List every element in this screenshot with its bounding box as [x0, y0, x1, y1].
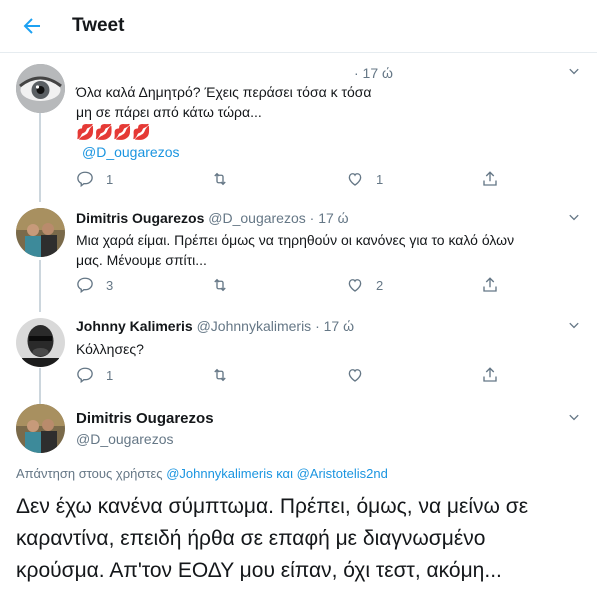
- tweet-header: Johnny Kalimeris @Johnnykalimeris · 17 ώ: [76, 318, 354, 334]
- reply-button[interactable]: 1: [76, 170, 113, 188]
- retweet-button[interactable]: [211, 276, 241, 294]
- eye-avatar-image: [16, 64, 65, 113]
- avatar[interactable]: [16, 64, 65, 113]
- tweet-3[interactable]: Johnny Kalimeris @Johnnykalimeris · 17 ώ…: [0, 310, 597, 404]
- share-button[interactable]: [481, 276, 499, 294]
- like-button[interactable]: 1: [346, 170, 383, 188]
- chevron-down-icon[interactable]: [566, 64, 582, 80]
- retweet-icon: [214, 368, 226, 382]
- author-handle[interactable]: @D_ougarezos: [76, 431, 174, 447]
- chevron-down-icon[interactable]: [566, 318, 582, 334]
- like-button[interactable]: [346, 366, 376, 384]
- share-icon: [483, 277, 497, 292]
- author-handle[interactable]: @Johnnykalimeris: [197, 318, 312, 334]
- reply-icon: [77, 171, 93, 188]
- tweet-actions: 1 1: [76, 170, 506, 192]
- tweet-text-line: μη σε πάρει από κάτω τώρα...: [76, 104, 262, 120]
- tweet-1[interactable]: · 17 ώ Όλα καλά Δημητρό? Έχεις περάσει τ…: [0, 54, 597, 199]
- chevron-down-icon[interactable]: [566, 210, 582, 226]
- tweet-text-line: μας. Μένουμε σπίτι...: [76, 252, 207, 268]
- page-header: Tweet: [0, 0, 597, 53]
- like-button[interactable]: 2: [346, 276, 383, 294]
- share-button[interactable]: [481, 170, 499, 188]
- reply-count: 1: [106, 171, 114, 187]
- reply-button[interactable]: 1: [76, 366, 113, 384]
- reply-count: 3: [106, 277, 114, 293]
- like-icon: [348, 173, 362, 186]
- tweet-time[interactable]: · 17 ώ: [310, 210, 349, 226]
- like-count: 1: [376, 171, 384, 187]
- emoji-kisses: 💋💋💋💋: [76, 123, 151, 141]
- reply-count: 1: [106, 367, 114, 383]
- like-icon: [348, 369, 362, 382]
- man-avatar-image: [16, 318, 65, 367]
- like-count: 2: [376, 277, 384, 293]
- reply-and: και: [276, 466, 293, 481]
- reply-to-line: Απάντηση στους χρήστες @Johnnykalimeris …: [16, 466, 388, 481]
- like-icon: [348, 279, 362, 292]
- reply-button[interactable]: 3: [76, 276, 113, 294]
- back-arrow-icon[interactable]: [20, 14, 44, 38]
- share-icon: [483, 171, 497, 186]
- tweet-text-line: Δεν έχω κανένα σύμπτωμα. Πρέπει, όμως, ν…: [16, 495, 529, 518]
- avatar[interactable]: [16, 318, 65, 367]
- retweet-button[interactable]: [211, 170, 241, 188]
- retweet-icon: [214, 172, 226, 186]
- author-name[interactable]: Dimitris Ougarezos: [76, 210, 204, 226]
- tweet-text-line: κρούσμα. Απ'τον ΕΟΔΥ μου είπαν, όχι τεστ…: [16, 559, 502, 582]
- tweet-text-line: Όλα καλά Δημητρό? Έχεις περάσει τόσα κ τ…: [76, 84, 372, 100]
- avatar[interactable]: [16, 404, 65, 453]
- group-photo-avatar: [16, 208, 65, 257]
- author-name[interactable]: Johnny Kalimeris: [76, 318, 193, 334]
- mention-link[interactable]: @D_ougarezos: [82, 142, 180, 162]
- page-title: Tweet: [72, 15, 125, 36]
- group-photo-avatar: [16, 404, 65, 453]
- tweet-actions: 3 2: [76, 276, 506, 298]
- tweet-text-line: Κόλλησες?: [76, 341, 144, 357]
- chevron-down-icon[interactable]: [566, 410, 582, 426]
- tweet-2[interactable]: Dimitris Ougarezos @D_ougarezos · 17 ώ Μ…: [0, 200, 597, 310]
- share-button[interactable]: [481, 366, 499, 384]
- tweet-header: Dimitris Ougarezos @D_ougarezos · 17 ώ: [76, 210, 349, 226]
- main-tweet-text: Δεν έχω κανένα σύμπτωμα. Πρέπει, όμως, ν…: [16, 491, 586, 587]
- share-icon: [483, 367, 497, 382]
- reply-icon: [77, 277, 93, 294]
- reply-prefix: Απάντηση στους χρήστες: [16, 466, 163, 481]
- tweet-text-line: Μια χαρά είμαι. Πρέπει όμως να τηρηθούν …: [76, 232, 515, 248]
- mention-link[interactable]: @Aristotelis2nd: [297, 466, 388, 481]
- tweet-actions: 1: [76, 366, 506, 388]
- tweet-text-line: καραντίνα, επειδή ήρθα σε επαφή με διαγν…: [16, 527, 486, 550]
- tweet-time[interactable]: · 17 ώ: [354, 65, 393, 81]
- avatar[interactable]: [16, 208, 65, 257]
- retweet-icon: [214, 278, 226, 292]
- author-name[interactable]: Dimitris Ougarezos: [76, 410, 214, 427]
- tweet-time[interactable]: · 17 ώ: [315, 318, 354, 334]
- author-handle[interactable]: @D_ougarezos: [208, 210, 306, 226]
- mention-link[interactable]: @Johnnykalimeris: [166, 466, 272, 481]
- retweet-button[interactable]: [211, 366, 241, 384]
- reply-icon: [77, 367, 93, 384]
